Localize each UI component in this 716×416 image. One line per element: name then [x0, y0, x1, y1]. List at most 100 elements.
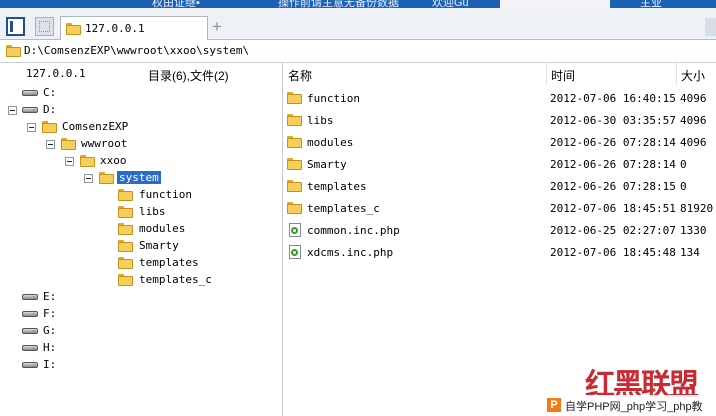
- file-row-smarty[interactable]: Smarty 2012-06-26 07:28:14 0: [283, 153, 716, 175]
- file-row-common-inc-php[interactable]: common.inc.php 2012-06-25 02:27:07 1330: [283, 219, 716, 241]
- tree-item-label: libs: [139, 205, 166, 218]
- tree-item-label: templates_c: [139, 273, 212, 286]
- folder-icon: [61, 138, 76, 150]
- file-name: libs: [307, 114, 334, 127]
- tree-item-label: H:: [43, 341, 57, 354]
- drive-icon: [22, 360, 38, 369]
- folder-icon: [118, 240, 133, 252]
- folder-icon: [99, 172, 114, 184]
- column-header-size[interactable]: 大小: [681, 67, 705, 84]
- tree-item-label: xxoo: [100, 154, 127, 167]
- title-strip-text-mid: 操作前请主意无备份数据: [278, 0, 399, 8]
- folder-icon: [118, 206, 133, 218]
- collapse-icon[interactable]: [84, 174, 93, 183]
- collapse-icon[interactable]: [65, 157, 74, 166]
- file-row-libs[interactable]: libs 2012-06-30 03:35:57 4096: [283, 109, 716, 131]
- tree-item-label: G:: [43, 324, 57, 337]
- file-time: 2012-06-26 07:28:14: [550, 136, 676, 149]
- tree-item-label: wwwroot: [81, 137, 128, 150]
- file-time: 2012-06-26 07:28:15: [550, 180, 676, 193]
- file-row-xdcms-inc-php[interactable]: xdcms.inc.php 2012-07-06 18:45:48 134: [283, 241, 716, 263]
- folder-icon: [287, 202, 302, 214]
- file-time: 2012-06-25 02:27:07: [550, 224, 676, 237]
- folder-icon: [118, 189, 133, 201]
- collapse-icon[interactable]: [46, 140, 55, 149]
- file-list-header: 名称 时间 大小: [283, 63, 716, 85]
- file-name: templates_c: [307, 202, 380, 215]
- file-size: 81920: [680, 202, 714, 215]
- file-size: 134: [680, 246, 700, 259]
- php-file-icon: [289, 245, 301, 259]
- tree-host: 127.0.0.1: [26, 67, 86, 80]
- folder-icon: [287, 180, 302, 192]
- watermark-banner-text: 自学PHP网_php学习_php教: [565, 401, 703, 413]
- tree-item-label: Smarty: [139, 239, 179, 252]
- file-row-templates-c[interactable]: templates_c 2012-07-06 18:45:51 81920: [283, 197, 716, 219]
- title-strip-window: [500, 0, 610, 8]
- file-name: function: [307, 92, 360, 105]
- tab-bar: 127.0.0.1 +: [0, 8, 716, 40]
- tree-item-label: function: [139, 188, 192, 201]
- tree-item-label: D:: [43, 103, 57, 116]
- title-strip-text-right: 欢迎Gu: [432, 0, 469, 8]
- folder-icon: [287, 136, 302, 148]
- folder-icon: [118, 274, 133, 286]
- address-bar[interactable]: D:\ComsenzEXP\wwwroot\xxoo\system\: [0, 40, 716, 63]
- folder-icon: [287, 114, 302, 126]
- folder-icon: [287, 158, 302, 170]
- file-size: 0: [680, 158, 687, 171]
- title-strip-text-left: 权由证继▪: [152, 0, 200, 8]
- collapse-icon[interactable]: [27, 123, 36, 132]
- file-name: common.inc.php: [307, 224, 400, 237]
- title-strip: 权由证继▪ 操作前请主意无备份数据 欢迎Gu 主业: [0, 0, 716, 8]
- drive-icon: [22, 292, 38, 301]
- file-time: 2012-07-06 16:40:15: [550, 92, 676, 105]
- file-size: 0: [680, 180, 687, 193]
- folder-icon: [118, 223, 133, 235]
- column-divider[interactable]: [676, 63, 677, 85]
- file-row-templates[interactable]: templates 2012-06-26 07:28:15 0: [283, 175, 716, 197]
- tab-127-0-0-1[interactable]: 127.0.0.1: [60, 16, 208, 40]
- tree-item-label: I:: [43, 358, 57, 371]
- file-name: Smarty: [307, 158, 347, 171]
- select-icon[interactable]: [35, 17, 54, 36]
- file-size: 4096: [680, 92, 707, 105]
- tree-item-label-selected: system: [117, 171, 161, 184]
- tree-item-label: modules: [139, 222, 186, 235]
- tab-folder-icon: [66, 23, 81, 35]
- tree-item-label: F:: [43, 307, 57, 320]
- drive-icon: [22, 343, 38, 352]
- folder-icon: [118, 257, 133, 269]
- sidebar-toggle-icon[interactable]: [6, 17, 25, 36]
- php-site-logo-icon: P: [547, 398, 561, 412]
- tree-item-label: C:: [43, 86, 57, 99]
- column-header-time[interactable]: 时间: [551, 67, 575, 84]
- folder-icon: [80, 155, 95, 167]
- column-header-name[interactable]: 名称: [288, 67, 312, 84]
- address-folder-icon: [6, 45, 21, 57]
- title-strip-text-far: 主业: [640, 0, 662, 8]
- file-time: 2012-06-26 07:28:14: [550, 158, 676, 171]
- tree-item-label: E:: [43, 290, 57, 303]
- file-name: modules: [307, 136, 354, 149]
- file-row-function[interactable]: function 2012-07-06 16:40:15 4096: [283, 87, 716, 109]
- file-time: 2012-06-30 03:35:57: [550, 114, 676, 127]
- folder-icon: [287, 92, 302, 104]
- file-size: 4096: [680, 114, 707, 127]
- file-time: 2012-07-06 18:45:51: [550, 202, 676, 215]
- file-size: 1330: [680, 224, 707, 237]
- drive-icon: [22, 309, 38, 318]
- address-path: D:\ComsenzEXP\wwwroot\xxoo\system\: [24, 44, 250, 57]
- file-name: xdcms.inc.php: [307, 246, 394, 259]
- file-time: 2012-07-06 18:45:48: [550, 246, 676, 259]
- file-row-modules[interactable]: modules 2012-06-26 07:28:14 4096: [283, 131, 716, 153]
- drive-icon: [22, 88, 38, 97]
- tree-header: 127.0.0.1 目录(6),文件(2): [0, 63, 282, 85]
- column-divider[interactable]: [546, 63, 547, 85]
- tabbar-scroll-edge: [705, 18, 716, 36]
- collapse-icon[interactable]: [8, 106, 17, 115]
- watermark-banner: P 自学PHP网_php学习_php教: [544, 395, 716, 416]
- new-tab-button[interactable]: +: [212, 15, 222, 39]
- drive-icon: [22, 105, 38, 114]
- folder-icon: [42, 121, 57, 133]
